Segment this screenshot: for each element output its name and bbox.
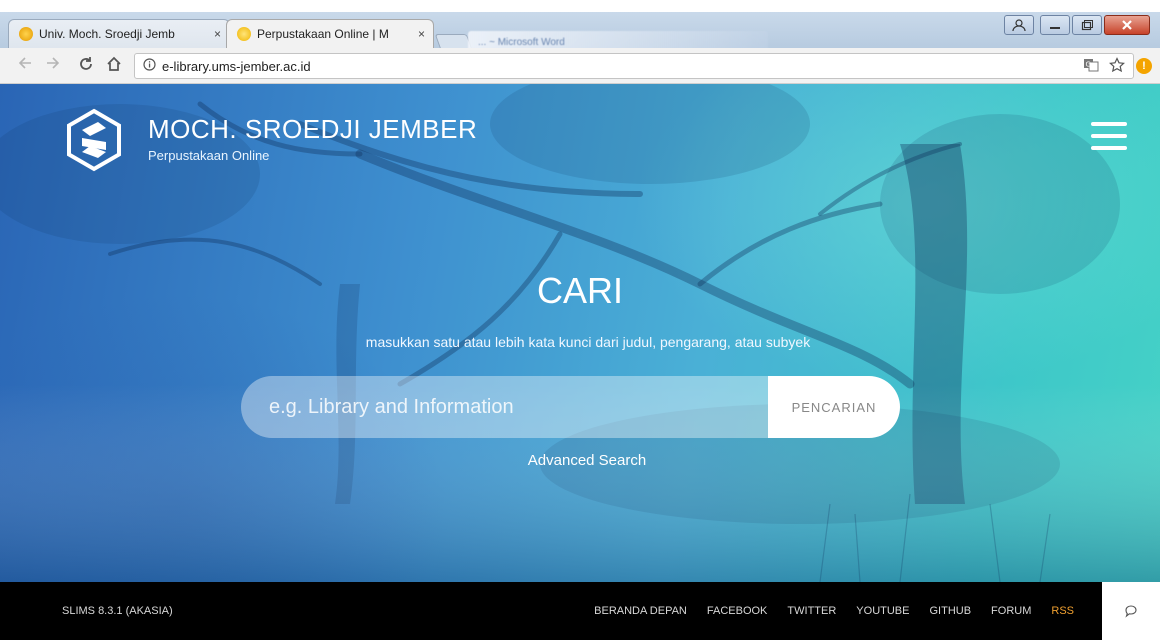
footer-link-github[interactable]: GITHUB — [929, 605, 971, 617]
search-heading: CARI — [536, 270, 623, 311]
search-hint: masukkan satu atau lebih kata kunci dari… — [365, 334, 811, 350]
info-icon[interactable] — [143, 58, 156, 74]
url-text: e-library.ums-jember.ac.id — [162, 58, 311, 74]
minimize-icon[interactable] — [1040, 15, 1070, 35]
tab-strip: Univ. Moch. Sroedji Jemb × Perpustakaan … — [0, 12, 1160, 53]
hero-banner: MOCH. SROEDJI JEMBER Perpustakaan Online… — [0, 84, 1160, 582]
reload-icon[interactable] — [78, 56, 94, 76]
extension-alert-icon[interactable]: ! — [1136, 58, 1152, 74]
footer-link-forum[interactable]: FORUM — [991, 605, 1031, 617]
tab-label: Univ. Moch. Sroedji Jemb — [39, 27, 175, 41]
translate-icon[interactable]: G — [1083, 57, 1099, 76]
svg-text:G: G — [1086, 61, 1091, 69]
footer-nav: BERANDA DEPAN FACEBOOK TWITTER YOUTUBE G… — [594, 605, 1074, 617]
footer-link-youtube[interactable]: YOUTUBE — [856, 605, 909, 617]
back-icon[interactable] — [18, 56, 32, 74]
hamburger-menu-icon[interactable] — [1091, 122, 1127, 150]
search-button[interactable]: PENCARIAN — [768, 376, 900, 438]
address-bar: e-library.ums-jember.ac.id G ! — [0, 48, 1160, 84]
advanced-search-link[interactable]: Advanced Search — [0, 452, 1160, 469]
tab-univ[interactable]: Univ. Moch. Sroedji Jemb × — [8, 19, 230, 48]
footer-link-beranda[interactable]: BERANDA DEPAN — [594, 605, 687, 617]
close-window-icon[interactable] — [1104, 15, 1150, 35]
tab-perpustakaan[interactable]: Perpustakaan Online | M × — [226, 19, 434, 48]
version-label: SLIMS 8.3.1 (AKASIA) — [62, 605, 173, 617]
library-logo-icon[interactable] — [62, 108, 126, 172]
site-title: MOCH. SROEDJI JEMBER — [148, 114, 478, 144]
tab-close-icon[interactable]: × — [214, 27, 221, 41]
star-icon[interactable] — [1109, 57, 1125, 76]
site-favicon-icon — [19, 27, 33, 41]
url-field[interactable]: e-library.ums-jember.ac.id G — [134, 53, 1134, 79]
footer-link-twitter[interactable]: TWITTER — [787, 605, 836, 617]
search-bar: PENCARIAN — [241, 376, 900, 438]
chat-bubble-icon[interactable] — [1102, 582, 1160, 640]
restore-icon[interactable] — [1072, 15, 1102, 35]
footer-link-rss[interactable]: RSS — [1051, 605, 1074, 617]
footer: SLIMS 8.3.1 (AKASIA) BERANDA DEPAN FACEB… — [0, 582, 1160, 640]
window-top-strip — [0, 0, 1160, 12]
tab-label: Perpustakaan Online | M — [257, 27, 389, 41]
tab-close-icon[interactable]: × — [418, 27, 425, 41]
forward-icon[interactable] — [46, 56, 60, 74]
site-subtitle: Perpustakaan Online — [148, 148, 270, 163]
user-icon[interactable] — [1004, 15, 1034, 35]
search-input[interactable] — [241, 376, 768, 438]
site-favicon-icon — [237, 27, 251, 41]
footer-link-facebook[interactable]: FACEBOOK — [707, 605, 768, 617]
home-icon[interactable] — [106, 56, 122, 76]
